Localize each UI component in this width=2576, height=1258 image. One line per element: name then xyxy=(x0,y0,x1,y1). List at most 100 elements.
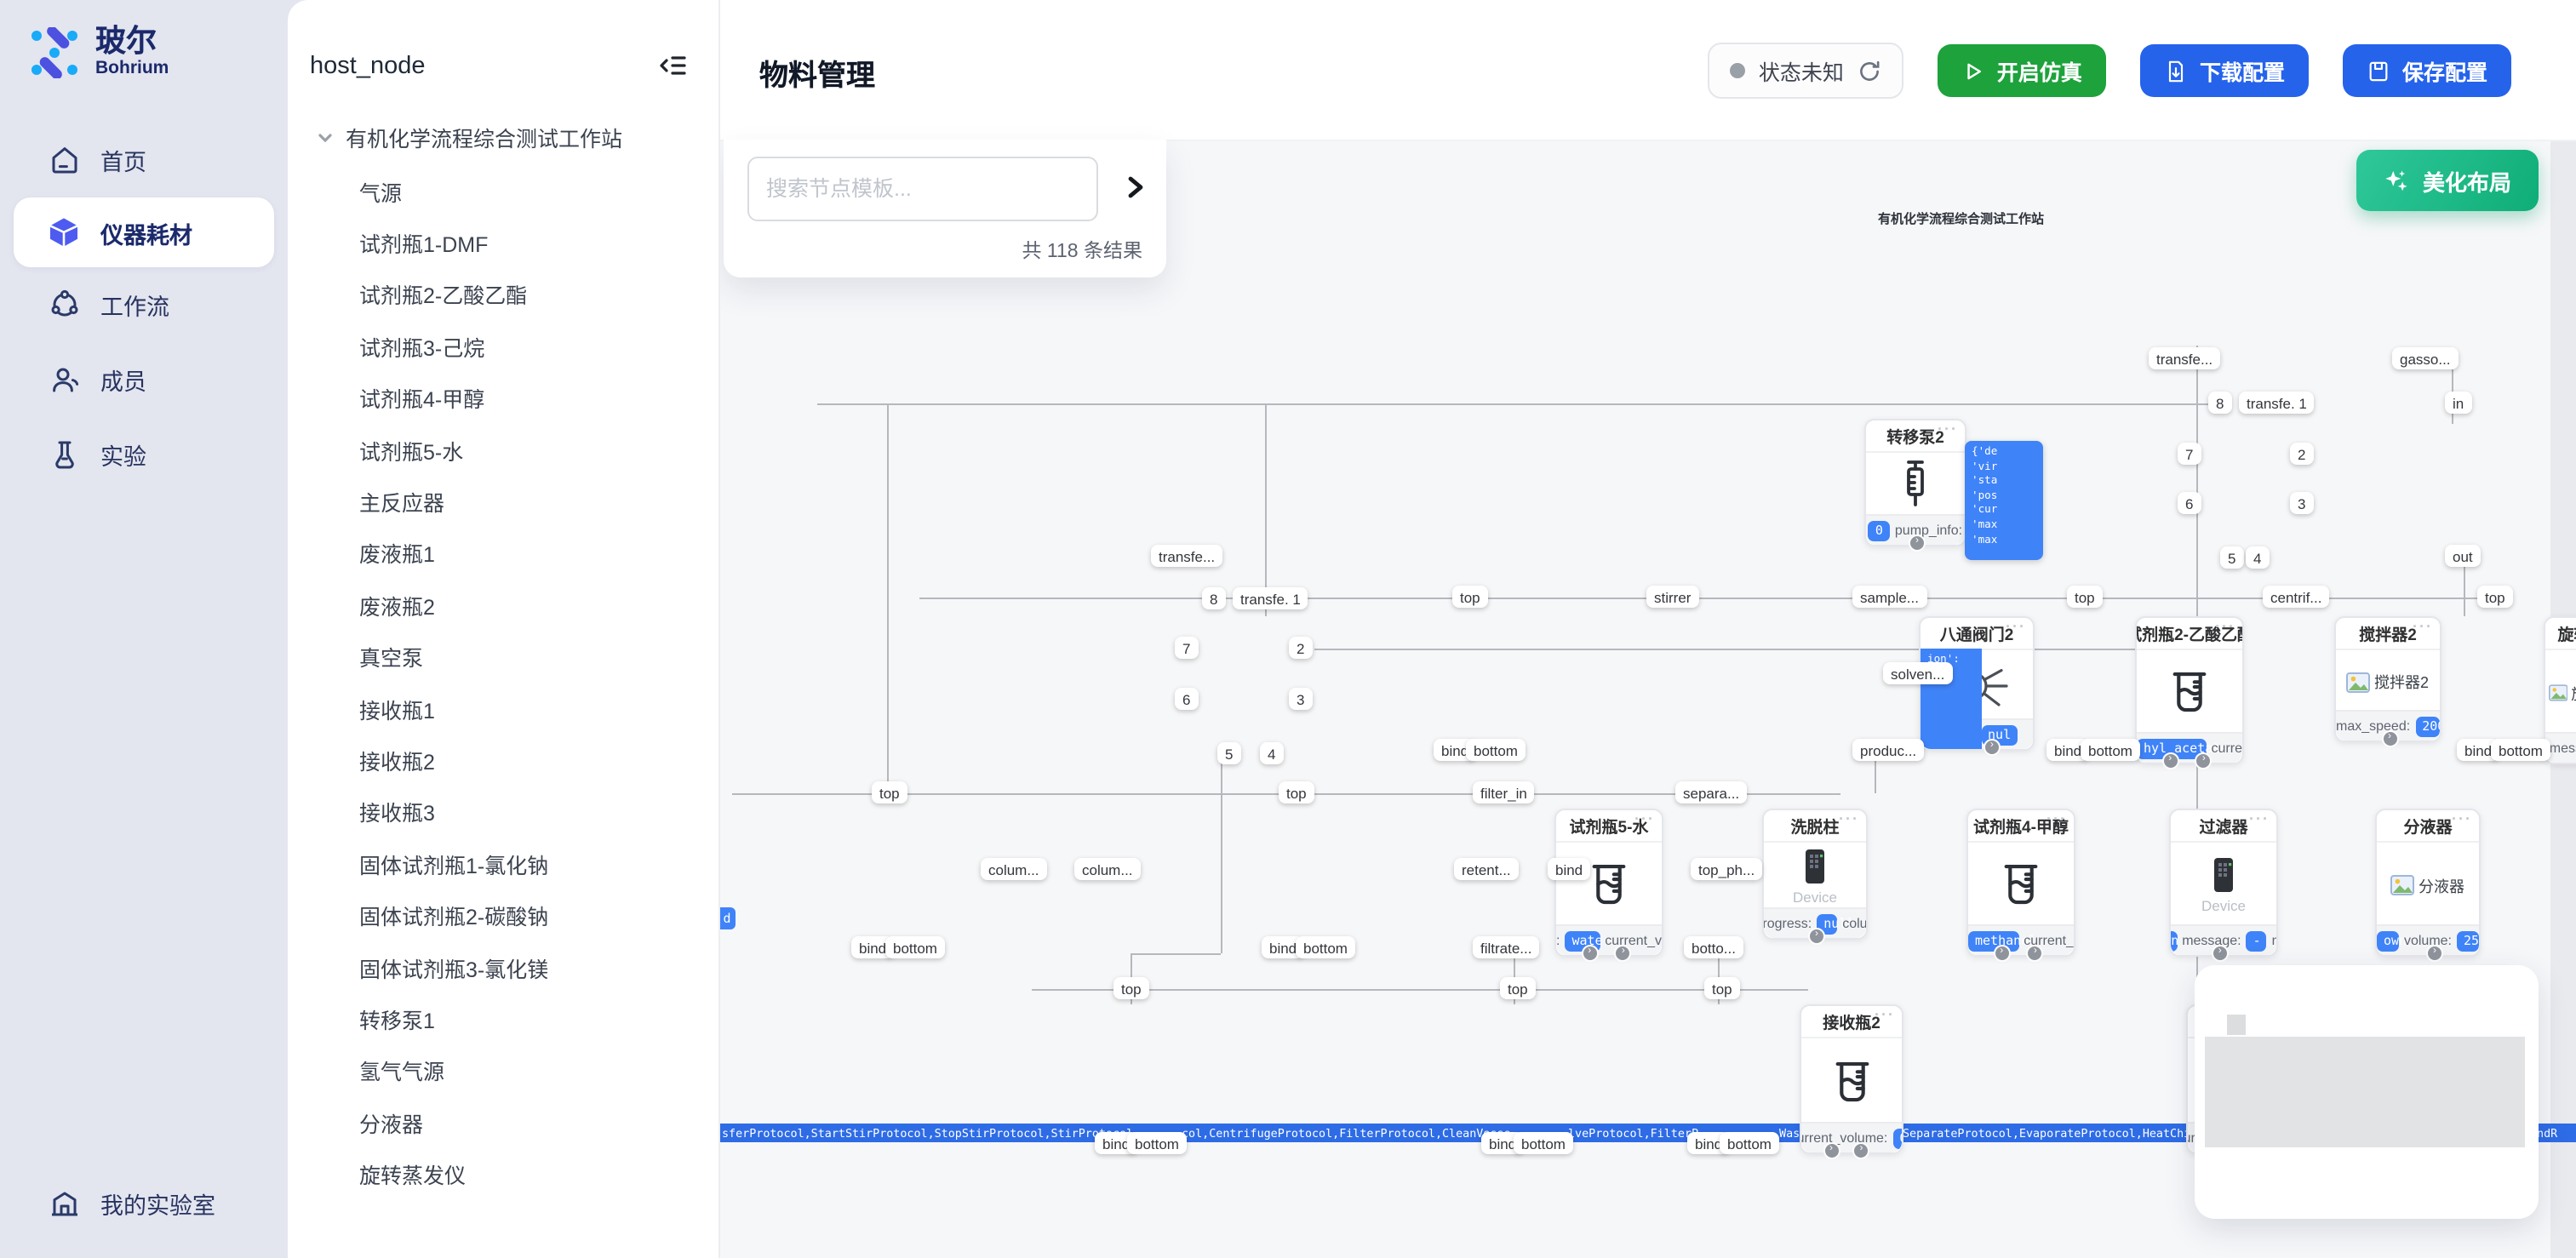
port-label-chip[interactable]: 8 xyxy=(1202,587,1225,609)
node-card[interactable]: 转移泵2···0pump_info:›{'de 'vir 'sta 'pos '… xyxy=(1864,419,1966,546)
search-submit-chevron-icon[interactable] xyxy=(1119,167,1153,208)
tree-item[interactable]: 试剂瓶5-水 xyxy=(288,424,718,476)
port-label-chip[interactable]: 4 xyxy=(2246,546,2269,569)
start-simulation-button[interactable]: 开启仿真 xyxy=(1938,44,2106,97)
port-label-chip[interactable]: top xyxy=(1500,977,1536,999)
port-label-chip[interactable]: botto... xyxy=(1684,936,1743,958)
port-label-chip[interactable]: 5 xyxy=(2220,546,2243,569)
tree-item[interactable]: 废液瓶1 xyxy=(288,527,718,579)
port-label-chip[interactable]: bottom xyxy=(1514,1132,1573,1154)
port-label-chip[interactable]: 8 xyxy=(2208,392,2231,414)
port-label-chip[interactable]: produc... xyxy=(1852,739,1924,761)
port-label-chip[interactable]: filtrate... xyxy=(1473,936,1539,958)
tree-item[interactable]: 转移泵1 xyxy=(288,993,718,1045)
port-label-chip[interactable]: top xyxy=(2067,586,2103,608)
port-handle-icon[interactable]: › xyxy=(2381,730,2398,747)
sidebar-item-experiment[interactable]: 实验 xyxy=(0,417,288,492)
port-handle-icon[interactable]: › xyxy=(1984,739,2001,756)
beautify-layout-button[interactable]: 美化布局 xyxy=(2356,150,2539,211)
port-label-chip[interactable]: 2 xyxy=(1289,637,1312,659)
port-label-chip[interactable]: 5 xyxy=(1217,742,1240,764)
port-label-chip[interactable]: bottom xyxy=(2081,739,2140,761)
tree-item[interactable]: 试剂瓶3-己烷 xyxy=(288,320,718,372)
node-menu-icon[interactable]: ··· xyxy=(2249,810,2270,827)
node-menu-icon[interactable]: ··· xyxy=(1875,1006,1895,1023)
port-label-chip[interactable]: top xyxy=(1452,586,1488,608)
node-menu-icon[interactable]: ··· xyxy=(1634,810,1655,827)
port-label-chip[interactable]: transfe... xyxy=(1151,545,1222,567)
tree-item[interactable]: 接收瓶3 xyxy=(288,786,718,838)
port-handle-icon[interactable]: › xyxy=(2195,752,2212,769)
tree-item[interactable]: 气源 xyxy=(288,165,718,217)
port-label-chip[interactable]: sample... xyxy=(1852,586,1926,608)
port-label-chip[interactable]: 4 xyxy=(1260,742,1283,764)
collapse-panel-icon[interactable] xyxy=(659,51,688,80)
port-label-chip[interactable]: 7 xyxy=(2178,443,2201,465)
tree-item[interactable]: 分液器 xyxy=(288,1096,718,1148)
port-label-chip[interactable]: out xyxy=(2445,545,2481,567)
tree-item[interactable]: 试剂瓶4-甲醇 xyxy=(288,372,718,424)
port-label-chip[interactable]: colum... xyxy=(1074,858,1141,880)
port-handle-icon[interactable]: › xyxy=(1993,945,2010,962)
sidebar-item-workflow[interactable]: 工作流 xyxy=(0,267,288,342)
port-handle-icon[interactable]: › xyxy=(1808,928,1825,945)
port-label-chip[interactable]: transfe. 1 xyxy=(1233,587,1308,609)
port-label-chip[interactable]: retent... xyxy=(1454,858,1519,880)
port-label-chip[interactable]: transfe... xyxy=(2149,347,2220,369)
port-label-chip[interactable]: top xyxy=(872,781,907,803)
tree-item[interactable]: 固体试剂瓶1-氯化钠 xyxy=(288,838,718,889)
port-handle-icon[interactable]: › xyxy=(1581,945,1598,962)
node-menu-icon[interactable]: ··· xyxy=(1839,810,1859,827)
minimap[interactable] xyxy=(2195,965,2539,1219)
port-handle-icon[interactable]: › xyxy=(2426,945,2443,962)
port-label-chip[interactable]: 3 xyxy=(1289,688,1312,710)
port-handle-icon[interactable]: › xyxy=(1852,1142,1869,1159)
port-label-chip[interactable]: 6 xyxy=(1175,688,1198,710)
port-label-chip[interactable]: bottom xyxy=(1720,1132,1779,1154)
sidebar-item-instruments[interactable]: 仪器耗材 xyxy=(14,197,274,267)
node-card[interactable]: 洗脱柱···Devicerogress:nullcolu› xyxy=(1762,809,1868,940)
node-card[interactable]: 接收瓶2···current_volume:0›› xyxy=(1800,1004,1903,1154)
port-label-chip[interactable]: top xyxy=(1704,977,1740,999)
node-menu-icon[interactable]: ··· xyxy=(2046,810,2067,827)
port-label-chip[interactable]: bottom xyxy=(1127,1132,1187,1154)
save-config-button[interactable]: 保存配置 xyxy=(2343,44,2511,97)
node-card[interactable]: 分液器···分液器ownvolume:250› xyxy=(2375,809,2481,957)
sidebar-item-my-lab[interactable]: 我的实验室 xyxy=(0,1166,288,1241)
download-config-button[interactable]: 下载配置 xyxy=(2140,44,2309,97)
port-handle-icon[interactable]: › xyxy=(1909,535,1926,552)
flow-canvas[interactable]: 有机化学流程综合测试工作站 美化布局 转移泵1···position:0pum›… xyxy=(718,140,2576,1258)
port-label-chip[interactable]: solven... xyxy=(1883,662,1952,684)
node-card[interactable]: 过滤器···Devicewnmessage:-ma› xyxy=(2169,809,2278,957)
port-label-chip[interactable]: transfe. 1 xyxy=(2239,392,2315,414)
tree-item[interactable]: 试剂瓶2-乙酸乙酯 xyxy=(288,269,718,321)
port-label-chip[interactable]: 7 xyxy=(1175,637,1198,659)
port-label-chip[interactable]: gasso... xyxy=(2392,347,2459,369)
port-label-chip[interactable]: 6 xyxy=(2178,492,2201,514)
node-card[interactable]: 试剂瓶4-甲醇···methanolcurrent_›› xyxy=(1966,809,2075,957)
port-label-chip[interactable]: separa... xyxy=(1675,781,1747,803)
port-label-chip[interactable]: stirrer xyxy=(1646,586,1698,608)
sidebar-item-home[interactable]: 首页 xyxy=(0,123,288,197)
tree-item[interactable]: 试剂瓶1-DMF xyxy=(288,217,718,269)
tree-item[interactable]: 主反应器 xyxy=(288,476,718,528)
tree-item[interactable]: 氢气气源 xyxy=(288,1044,718,1096)
port-label-chip[interactable]: top xyxy=(2477,586,2513,608)
port-label-chip[interactable]: bottom xyxy=(1466,739,1526,761)
tree-item[interactable]: 接收瓶2 xyxy=(288,735,718,786)
node-menu-icon[interactable]: ··· xyxy=(2006,618,2026,635)
port-label-chip[interactable]: filter_in xyxy=(1473,781,1535,803)
port-handle-icon[interactable]: › xyxy=(2161,752,2178,769)
port-label-chip[interactable]: bind xyxy=(1548,858,1590,880)
port-label-chip[interactable]: centrif... xyxy=(2263,586,2329,608)
node-card[interactable]: 试剂瓶2-乙酸乙酯···hyl_acetatecurre›› xyxy=(2135,616,2244,764)
port-handle-icon[interactable]: › xyxy=(1615,945,1632,962)
tree-item[interactable]: 废液瓶2 xyxy=(288,579,718,631)
port-label-chip[interactable]: bottom xyxy=(1296,936,1355,958)
port-label-chip[interactable]: colum... xyxy=(981,858,1047,880)
port-label-chip[interactable]: 2 xyxy=(2290,443,2313,465)
node-menu-icon[interactable]: ··· xyxy=(2215,618,2235,635)
node-card[interactable]: 试剂瓶5-水···:watercurrent_v›› xyxy=(1554,809,1663,957)
port-label-chip[interactable]: bottom xyxy=(2491,739,2550,761)
node-menu-icon[interactable]: ··· xyxy=(2452,810,2472,827)
